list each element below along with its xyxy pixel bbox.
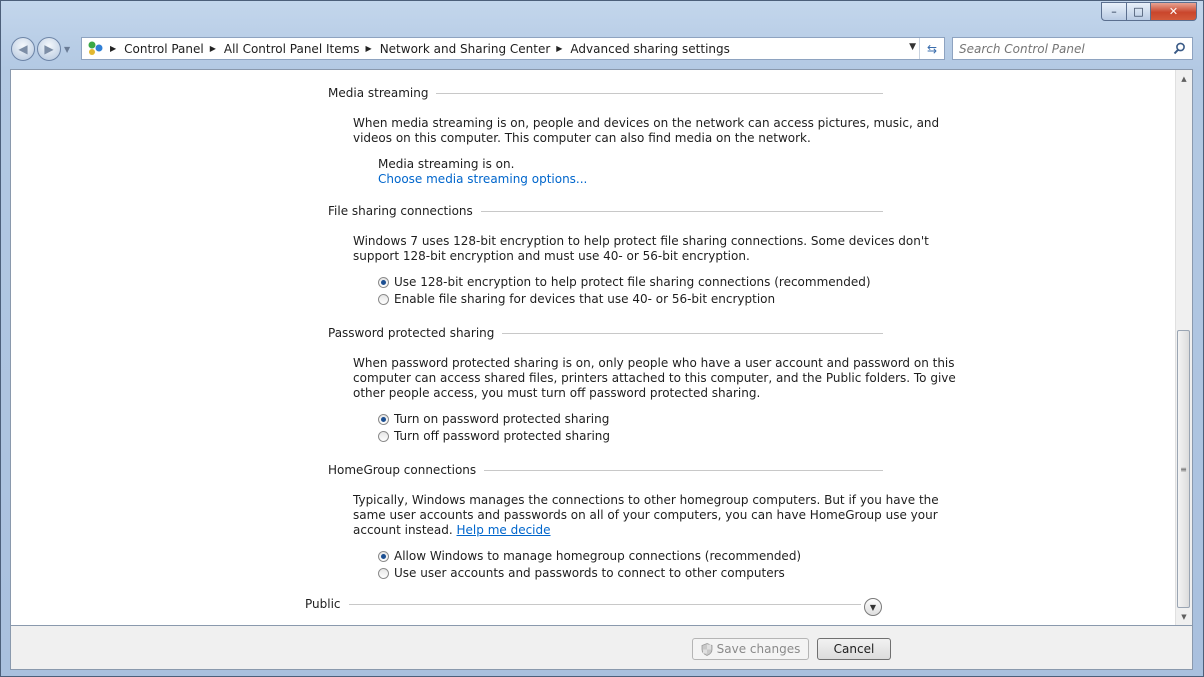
grip-icon: ≡ (1180, 464, 1187, 474)
radio-label: Use 128-bit encryption to help protect f… (394, 275, 871, 289)
section-title: File sharing connections (328, 204, 473, 218)
scroll-up-icon[interactable]: ▲ (1176, 70, 1192, 87)
settings-content-pane: Media streaming When media streaming is … (10, 69, 1193, 626)
description-line: other people access, you must turn off p… (353, 386, 761, 400)
divider (484, 469, 883, 471)
section-title: Media streaming (328, 86, 429, 100)
close-icon: ✕ (1168, 5, 1179, 18)
breadcrumb-label: All Control Panel Items (223, 41, 360, 56)
breadcrumb-all-items[interactable]: All Control Panel Items ▶ (224, 42, 380, 56)
window-controls: – □ ✕ (1101, 2, 1197, 21)
radio-button-selected[interactable] (378, 550, 389, 562)
radio-128bit-encryption[interactable]: Use 128-bit encryption to help protect f… (378, 275, 871, 289)
radio-button[interactable] (378, 567, 389, 579)
back-button[interactable]: ◀ (11, 37, 35, 61)
radio-button-selected[interactable] (378, 276, 389, 288)
search-box[interactable] (952, 37, 1193, 60)
description-line: videos on this computer. This computer c… (353, 131, 811, 145)
section-title: Public (305, 597, 341, 611)
radio-turn-on-password-sharing[interactable]: Turn on password protected sharing (378, 412, 609, 426)
chevron-right-icon[interactable]: ▶ (556, 44, 562, 53)
description-line: computer can access shared files, printe… (353, 371, 956, 385)
minimize-button[interactable]: – (1101, 2, 1127, 21)
close-button[interactable]: ✕ (1151, 2, 1197, 21)
media-streaming-description: When media streaming is on, people and d… (353, 116, 939, 146)
breadcrumb-label: Advanced sharing settings (570, 41, 730, 56)
description-line: same user accounts and passwords on all … (353, 508, 938, 522)
uac-shield-icon (701, 642, 713, 656)
radio-button-selected[interactable] (378, 413, 389, 425)
radio-button[interactable] (378, 293, 389, 305)
search-input[interactable] (959, 41, 1159, 56)
section-title: Password protected sharing (328, 326, 495, 340)
description-line: When password protected sharing is on, o… (353, 356, 955, 370)
breadcrumb-root-arrow[interactable]: ▶ (108, 44, 124, 53)
address-bar[interactable]: ▶ Control Panel ▶ All Control Panel Items… (81, 37, 945, 60)
homegroup-description: Typically, Windows manages the connectio… (353, 493, 939, 538)
breadcrumb-label: Network and Sharing Center (379, 41, 551, 56)
password-sharing-header: Password protected sharing (328, 326, 883, 340)
breadcrumb-control-panel[interactable]: Control Panel ▶ (124, 42, 224, 56)
description-line: account instead. (353, 523, 453, 537)
scrollbar-thumb[interactable]: ≡ (1177, 330, 1190, 608)
minimize-icon: – (1111, 5, 1117, 18)
divider (348, 603, 861, 605)
description-line: Windows 7 uses 128-bit encryption to hel… (353, 234, 929, 248)
search-icon[interactable] (1173, 42, 1186, 58)
section-title: HomeGroup connections (328, 463, 477, 477)
media-streaming-header: Media streaming (328, 86, 883, 100)
scroll-down-icon[interactable]: ▼ (1176, 608, 1192, 625)
choose-media-streaming-options-link[interactable]: Choose media streaming options... (378, 172, 587, 187)
vertical-scrollbar[interactable]: ▲ ≡ ▼ (1175, 70, 1192, 625)
help-me-decide-link[interactable]: Help me decide (457, 523, 551, 537)
forward-arrow-icon: ▶ (44, 42, 54, 56)
radio-button[interactable] (378, 430, 389, 442)
chevron-right-icon[interactable]: ▶ (366, 44, 372, 53)
password-sharing-description: When password protected sharing is on, o… (353, 356, 956, 401)
radio-turn-off-password-sharing[interactable]: Turn off password protected sharing (378, 429, 610, 443)
expand-chevron-down-icon[interactable]: ▼ (864, 598, 882, 616)
maximize-icon: □ (1133, 5, 1144, 18)
chevron-right-icon[interactable]: ▶ (210, 44, 216, 53)
homegroup-header: HomeGroup connections (328, 463, 883, 477)
divider (502, 332, 883, 334)
save-changes-button[interactable]: Save changes (692, 638, 809, 660)
radio-user-accounts-homegroup[interactable]: Use user accounts and passwords to conne… (378, 566, 785, 580)
recent-pages-dropdown-icon[interactable]: ▼ (64, 45, 70, 54)
action-bar: Save changes Cancel (10, 626, 1193, 670)
radio-label: Turn off password protected sharing (394, 429, 610, 443)
refresh-icon: ⇆ (926, 41, 938, 56)
divider (436, 92, 883, 94)
breadcrumb-network-sharing-center[interactable]: Network and Sharing Center ▶ (380, 42, 571, 56)
description-line: Typically, Windows manages the connectio… (353, 493, 939, 507)
refresh-button[interactable]: ⇆ (919, 38, 944, 59)
description-line: When media streaming is on, people and d… (353, 116, 940, 130)
radio-label: Allow Windows to manage homegroup connec… (394, 549, 802, 563)
file-sharing-header: File sharing connections (328, 204, 883, 218)
file-sharing-description: Windows 7 uses 128-bit encryption to hel… (353, 234, 929, 264)
button-label: Cancel (833, 642, 875, 656)
breadcrumb-advanced-sharing[interactable]: Advanced sharing settings (570, 42, 729, 56)
radio-label: Use user accounts and passwords to conne… (394, 566, 785, 580)
control-panel-icon (86, 40, 106, 57)
address-dropdown-icon[interactable]: ▼ (909, 42, 916, 52)
media-streaming-status: Media streaming is on. (378, 157, 515, 171)
radio-label: Enable file sharing for devices that use… (394, 292, 776, 306)
maximize-button[interactable]: □ (1127, 2, 1151, 21)
forward-button[interactable]: ▶ (37, 37, 61, 61)
public-profile-header[interactable]: Public (305, 597, 861, 611)
radio-40-56bit-encryption[interactable]: Enable file sharing for devices that use… (378, 292, 775, 306)
divider (480, 210, 883, 212)
window-frame: – □ ✕ ◀ ▶ ▼ ▶ Control Panel ▶ All Control… (0, 0, 1204, 677)
back-arrow-icon: ◀ (18, 42, 28, 56)
breadcrumb-label: Control Panel (124, 41, 204, 56)
button-label: Save changes (716, 642, 801, 656)
navigation-buttons: ◀ ▶ ▼ (11, 37, 70, 61)
radio-label: Turn on password protected sharing (394, 412, 610, 426)
cancel-button[interactable]: Cancel (817, 638, 891, 660)
radio-windows-manage-homegroup[interactable]: Allow Windows to manage homegroup connec… (378, 549, 801, 563)
description-line: support 128-bit encryption and must use … (353, 249, 750, 263)
